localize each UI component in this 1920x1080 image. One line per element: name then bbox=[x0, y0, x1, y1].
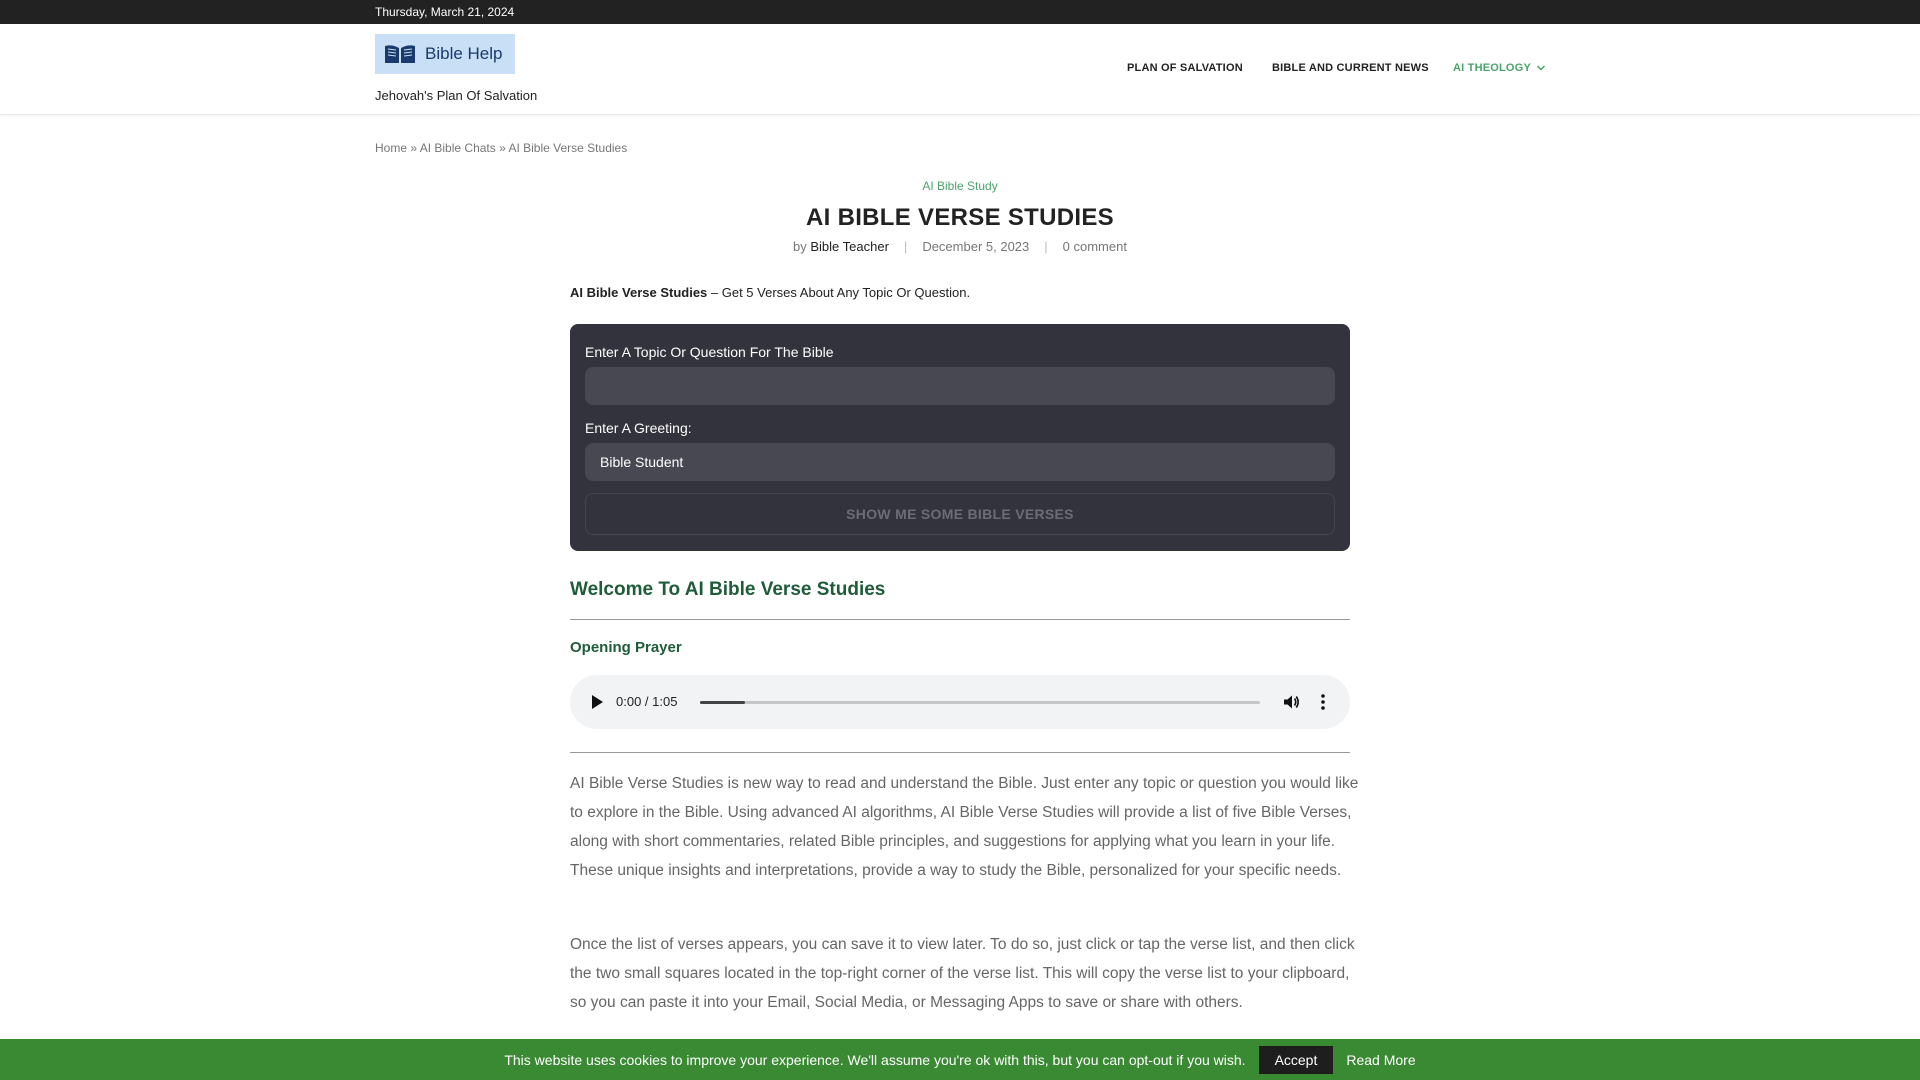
intro-text: AI Bible Verse Studies – Get 5 Verses Ab… bbox=[570, 285, 970, 300]
post-meta: by Bible Teacher | December 5, 2023 | 0 … bbox=[0, 239, 1920, 254]
description-paragraph-2: Once the list of verses appears, you can… bbox=[570, 936, 1355, 1011]
author-link[interactable]: Bible Teacher bbox=[810, 239, 889, 254]
verse-study-form: Enter A Topic Or Question For The Bible … bbox=[570, 324, 1350, 551]
comment-count-link[interactable]: 0 comment bbox=[1063, 239, 1127, 254]
more-options-icon[interactable] bbox=[1320, 693, 1326, 711]
current-date: Thursday, March 21, 2024 bbox=[375, 5, 515, 19]
accept-cookies-button[interactable]: Accept bbox=[1258, 1045, 1334, 1074]
breadcrumb-separator: » bbox=[499, 141, 506, 155]
audio-progress-fill bbox=[700, 701, 745, 704]
audio-time: 0:00 / 1:05 bbox=[616, 694, 678, 709]
site-tagline: Jehovah's Plan Of Salvation bbox=[375, 88, 538, 103]
breadcrumb-separator: » bbox=[410, 141, 418, 155]
chevron-down-icon bbox=[1536, 65, 1546, 71]
category-link[interactable]: AI Bible Study bbox=[922, 179, 997, 193]
audio-player: 0:00 / 1:05 bbox=[570, 675, 1350, 729]
nav-ai-theology-label: AI THEOLOGY bbox=[1453, 62, 1531, 74]
nav-ai-theology[interactable]: AI THEOLOGY bbox=[1453, 62, 1546, 74]
breadcrumb-ai-bible-chats[interactable]: AI Bible Chats bbox=[420, 141, 496, 155]
breadcrumb-home[interactable]: Home bbox=[375, 141, 407, 155]
topic-input[interactable] bbox=[585, 367, 1335, 405]
site-logo[interactable]: Bible Help bbox=[375, 34, 515, 74]
top-bar: Thursday, March 21, 2024 bbox=[0, 0, 1920, 24]
greeting-input[interactable]: Bible Student bbox=[585, 443, 1335, 481]
post-date: December 5, 2023 bbox=[922, 239, 1030, 254]
post-category: AI Bible Study bbox=[0, 179, 1920, 193]
topic-label: Enter A Topic Or Question For The Bible bbox=[585, 344, 834, 360]
audio-progress-track[interactable] bbox=[700, 701, 1260, 704]
read-more-link[interactable]: Read More bbox=[1346, 1052, 1415, 1068]
nav-plan-of-salvation[interactable]: PLAN OF SALVATION bbox=[1127, 62, 1243, 74]
play-icon[interactable] bbox=[590, 694, 604, 710]
divider bbox=[570, 752, 1350, 753]
nav-bible-and-current-news[interactable]: BIBLE AND CURRENT NEWS bbox=[1272, 62, 1429, 74]
breadcrumb: Home » AI Bible Chats » AI Bible Verse S… bbox=[375, 141, 627, 155]
page-title: AI BIBLE VERSE STUDIES bbox=[806, 204, 1114, 231]
welcome-heading: Welcome To AI Bible Verse Studies bbox=[570, 579, 886, 600]
opening-prayer-heading: Opening Prayer bbox=[570, 639, 682, 656]
intro-rest: – Get 5 Verses About Any Topic Or Questi… bbox=[707, 285, 971, 300]
show-verses-button[interactable]: SHOW ME SOME BIBLE VERSES bbox=[585, 493, 1335, 535]
volume-icon[interactable] bbox=[1282, 693, 1300, 711]
logo-text: Bible Help bbox=[425, 44, 503, 63]
cookie-consent-bar: This website uses cookies to improve you… bbox=[0, 1039, 1920, 1080]
description-paragraph-1: AI Bible Verse Studies is new way to rea… bbox=[570, 775, 1359, 879]
meta-separator: | bbox=[903, 239, 908, 254]
breadcrumb-current: AI Bible Verse Studies bbox=[508, 141, 628, 155]
intro-bold: AI Bible Verse Studies bbox=[570, 285, 708, 300]
cookie-message: This website uses cookies to improve you… bbox=[504, 1051, 1246, 1068]
open-book-icon bbox=[385, 45, 415, 63]
by-label: by bbox=[793, 239, 807, 254]
divider bbox=[570, 619, 1350, 620]
meta-separator: | bbox=[1044, 239, 1048, 254]
greeting-label: Enter A Greeting: bbox=[585, 420, 692, 436]
site-header: Bible Help Jehovah's Plan Of Salvation P… bbox=[0, 24, 1920, 115]
